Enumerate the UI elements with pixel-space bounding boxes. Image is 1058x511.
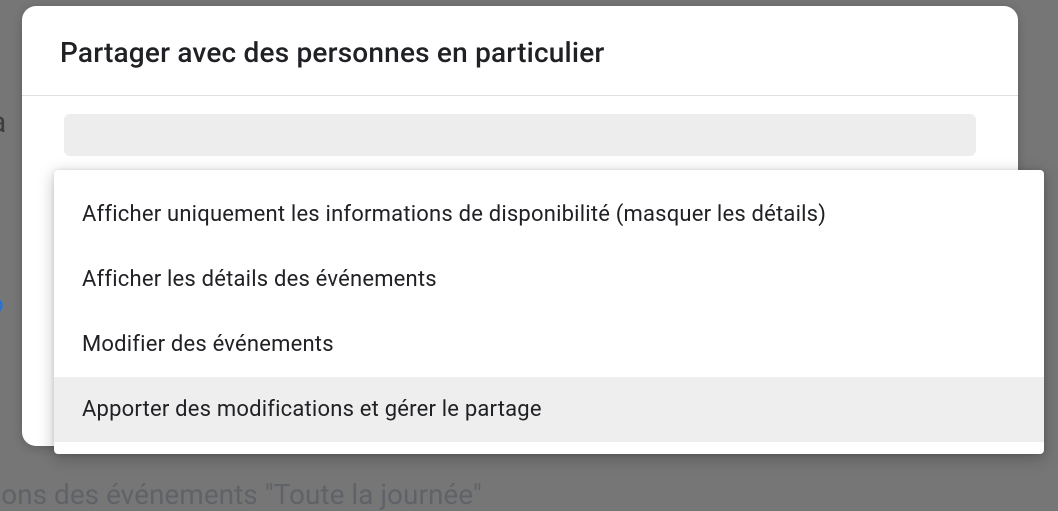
- add-people-input[interactable]: [64, 114, 976, 156]
- dialog-title: Partager avec des personnes en particuli…: [60, 36, 980, 69]
- permission-option-details[interactable]: Afficher les détails des événements: [54, 247, 1044, 312]
- backdrop-char: a: [0, 105, 6, 140]
- permission-option-manage[interactable]: Apporter des modifications et gérer le p…: [54, 377, 1044, 442]
- permission-option-modify[interactable]: Modifier des événements: [54, 312, 1044, 377]
- permission-option-availability[interactable]: Afficher uniquement les informations de …: [54, 182, 1044, 247]
- backdrop-bottom-text: ations des événements "Toute la journée": [0, 478, 482, 511]
- permission-dropdown: Afficher uniquement les informations de …: [54, 170, 1044, 454]
- dialog-header: Partager avec des personnes en particuli…: [22, 6, 1018, 96]
- backdrop-link-fragment: o: [0, 290, 4, 318]
